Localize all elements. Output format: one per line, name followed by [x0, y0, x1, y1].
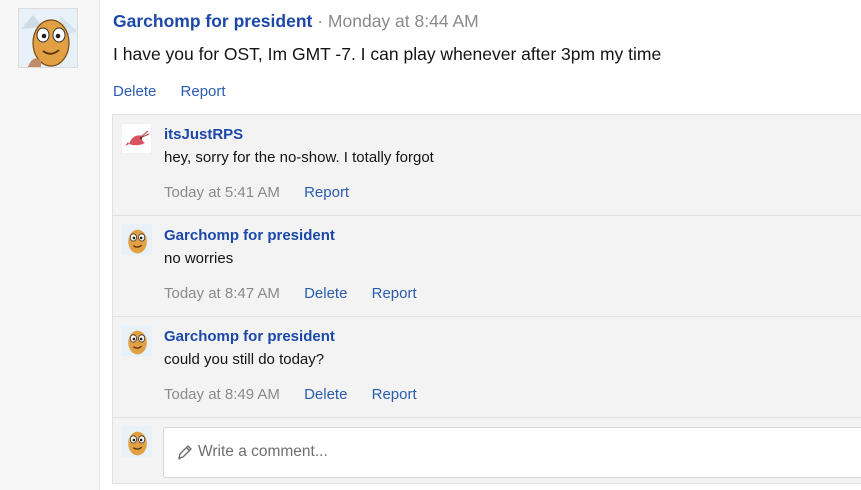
- post-header: Garchomp for president · Monday at 8:44 …: [113, 11, 479, 32]
- delete-link[interactable]: Delete: [304, 386, 347, 403]
- avatar[interactable]: [121, 123, 152, 154]
- comment-author[interactable]: itsJustRPS: [164, 126, 243, 143]
- comment-item: itsJustRPS hey, sorry for the no-show. I…: [113, 115, 861, 216]
- avatar-image: [19, 9, 77, 67]
- avatar-image: [121, 224, 152, 255]
- avatar-image: [121, 325, 152, 356]
- comment-author[interactable]: Garchomp for president: [164, 227, 335, 244]
- delete-link[interactable]: Delete: [304, 285, 347, 302]
- post-author[interactable]: Garchomp for president: [113, 11, 312, 31]
- post-body: I have you for OST, Im GMT -7. I can pla…: [113, 44, 662, 64]
- comment-author[interactable]: Garchomp for president: [164, 328, 335, 345]
- reply-row: Write a comment...: [113, 418, 861, 485]
- report-link[interactable]: Report: [372, 386, 417, 403]
- pencil-icon: [178, 445, 192, 460]
- comment-timestamp[interactable]: Today at 5:41 AM: [164, 184, 280, 201]
- comment-input-placeholder: Write a comment...: [198, 443, 328, 460]
- delete-link[interactable]: Delete: [113, 83, 156, 100]
- comment-timestamp[interactable]: Today at 8:49 AM: [164, 386, 280, 403]
- comment-timestamp[interactable]: Today at 8:47 AM: [164, 285, 280, 302]
- avatar[interactable]: [18, 8, 78, 68]
- comment-item: Garchomp for president could you still d…: [113, 317, 861, 418]
- comment-actions: Today at 5:41 AM Report: [164, 184, 369, 201]
- comment-actions: Today at 8:47 AM Delete Report: [164, 285, 437, 302]
- comment-text: hey, sorry for the no-show. I totally fo…: [164, 149, 434, 166]
- post-timestamp[interactable]: Monday at 8:44 AM: [328, 11, 479, 31]
- comment-text: could you still do today?: [164, 351, 325, 368]
- post-separator: ·: [317, 11, 324, 31]
- left-gutter: [0, 0, 100, 490]
- shrimp-avatar-image: [121, 123, 152, 154]
- avatar: [121, 426, 152, 457]
- comment-item: Garchomp for president no worries Today …: [113, 216, 861, 317]
- report-link[interactable]: Report: [372, 285, 417, 302]
- report-link[interactable]: Report: [181, 83, 226, 100]
- post: Garchomp for president · Monday at 8:44 …: [100, 0, 861, 490]
- avatar-image: [121, 426, 152, 457]
- post-actions: Delete Report: [113, 83, 246, 100]
- comment-actions: Today at 8:49 AM Delete Report: [164, 386, 437, 403]
- avatar[interactable]: [121, 325, 152, 356]
- comments-panel: itsJustRPS hey, sorry for the no-show. I…: [112, 114, 861, 484]
- comment-text: no worries: [164, 250, 234, 267]
- report-link[interactable]: Report: [304, 184, 349, 201]
- comment-input[interactable]: Write a comment...: [163, 427, 861, 478]
- avatar[interactable]: [121, 224, 152, 255]
